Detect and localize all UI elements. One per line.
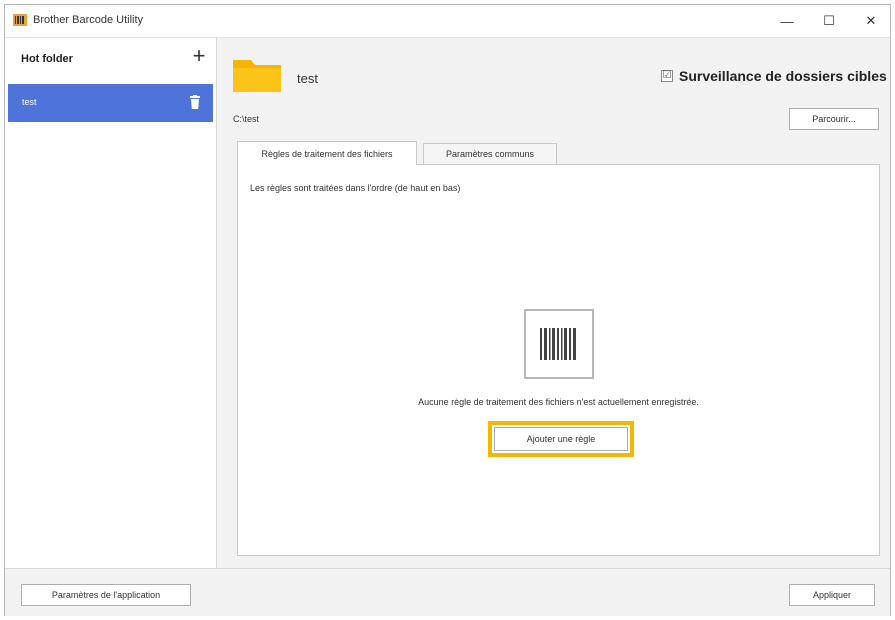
folder-name: test bbox=[297, 71, 318, 86]
monitor-label: Surveillance de dossiers cibles bbox=[679, 68, 887, 84]
add-rule-button[interactable]: Ajouter une règle bbox=[494, 427, 628, 451]
empty-rules-message: Aucune règle de traitement des fichiers … bbox=[418, 397, 699, 407]
footer-bar: Paramètres de l'application Appliquer bbox=[5, 568, 890, 616]
window-title: Brother Barcode Utility bbox=[33, 14, 144, 26]
main-panel: test ☑ Surveillance de dossiers cibles C… bbox=[217, 38, 890, 568]
folder-path: C:\test bbox=[233, 114, 260, 124]
barcode-icon bbox=[524, 309, 594, 379]
browse-button[interactable]: Parcourir... bbox=[789, 108, 879, 130]
barcode-graphic bbox=[540, 328, 576, 360]
apply-button[interactable]: Appliquer bbox=[789, 584, 875, 606]
app-window: Brother Barcode Utility — ☐ ✕ Hot folder… bbox=[4, 4, 891, 616]
close-button[interactable]: ✕ bbox=[851, 5, 891, 37]
monitor-checkbox[interactable]: ☑ bbox=[661, 70, 673, 82]
folder-icon bbox=[233, 60, 281, 92]
tab-common-settings[interactable]: Paramètres communs bbox=[423, 143, 557, 164]
sidebar-item-test[interactable]: test bbox=[8, 84, 213, 122]
maximize-button[interactable]: ☐ bbox=[809, 5, 849, 37]
app-settings-button[interactable]: Paramètres de l'application bbox=[21, 584, 191, 606]
rules-panel: Les règles sont traitées dans l'ordre (d… bbox=[237, 164, 880, 556]
sidebar: Hot folder + test bbox=[5, 38, 217, 568]
trash-icon[interactable] bbox=[189, 95, 201, 109]
rules-order-note: Les règles sont traitées dans l'ordre (d… bbox=[250, 183, 461, 193]
sidebar-title: Hot folder bbox=[21, 53, 73, 65]
app-icon bbox=[13, 14, 27, 26]
sidebar-header: Hot folder + bbox=[5, 38, 216, 82]
add-folder-button[interactable]: + bbox=[189, 45, 209, 67]
tab-file-rules[interactable]: Règles de traitement des fichiers bbox=[237, 141, 417, 165]
sidebar-item-label: test bbox=[22, 97, 37, 107]
title-bar: Brother Barcode Utility — ☐ ✕ bbox=[5, 5, 890, 38]
minimize-button[interactable]: — bbox=[767, 5, 807, 37]
